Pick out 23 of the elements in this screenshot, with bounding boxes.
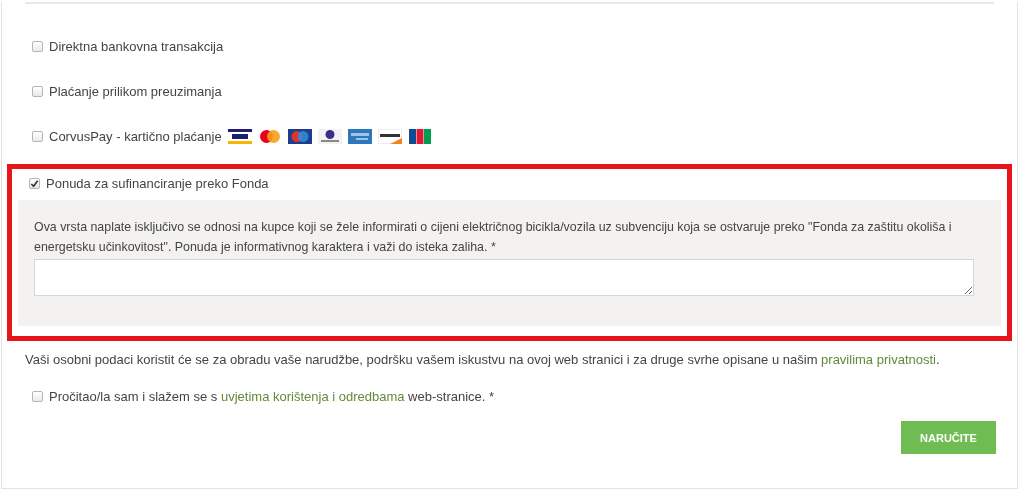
checkbox[interactable]: [29, 177, 40, 189]
checkbox[interactable]: [32, 130, 43, 142]
privacy-notice: Vaši osobni podaci koristit će se za obradu vaše narudžbe, podršku vašem iskustvu na ovoj web stranici i za druge svrhe opisane u našim pravilima privatnosti.: [25, 351, 941, 369]
card-logo-icon: [407, 128, 432, 144]
card-logo-icon: [347, 128, 372, 144]
description-text: Ova vrsta naplate isključivo se odnosi na kupce koji se žele informirati o cijeni električnog bicikla/vozila uz subvenciju koja se ostvaruje preko "Fonda za zaštitu okoliša i energetsku učinkovitost". Ponuda je informativnog karaktera i važi do isteka zaliha. *: [34, 219, 953, 256]
card-logo-icon: [317, 128, 342, 144]
card-logo-icon: [287, 128, 312, 144]
order-button[interactable]: NARUČITE: [901, 421, 996, 454]
option-label: Plaćanje prilikom preuzimanja: [49, 83, 222, 99]
card-logo-icon: [257, 128, 282, 144]
terms-link[interactable]: uvjetima korištenja i odredbama: [220, 389, 405, 404]
checkbox[interactable]: [32, 40, 43, 52]
privacy-link[interactable]: pravilima privatnosti: [821, 352, 936, 367]
option-label: Direktna bankovna transakcija: [49, 38, 224, 54]
checkbox[interactable]: [32, 85, 43, 97]
card-logo-icon: [227, 128, 252, 144]
option-label: Ponuda za sufinanciranje preko Fonda: [46, 175, 269, 191]
checkbox[interactable]: [32, 391, 43, 402]
option-label: CorvusPay - kartično plaćanje: [49, 128, 222, 144]
terms-label: Pročitao/la sam i slažem se s uvjetima korištenja i odredbama web-stranice. *: [49, 389, 495, 404]
card-logo-icon: [377, 128, 402, 144]
text-area[interactable]: [34, 259, 974, 296]
